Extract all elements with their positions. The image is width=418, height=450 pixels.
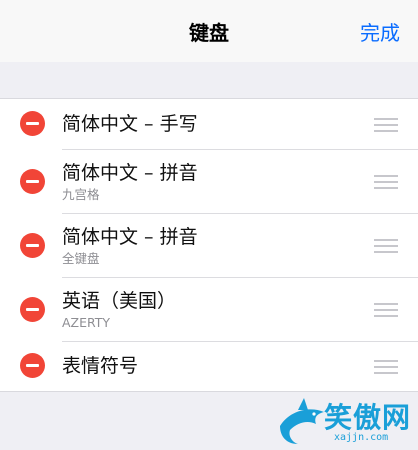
done-button[interactable]: 完成	[360, 20, 400, 46]
keyboard-layout: AZERTY	[62, 315, 111, 330]
page-title: 键盘	[189, 21, 229, 45]
delete-minus-icon[interactable]	[20, 233, 45, 258]
keyboard-row-emoji: 表情符号	[0, 341, 418, 391]
keyboard-row-english-us: 英语（美国） AZERTY	[0, 277, 418, 341]
reorder-handle-icon[interactable]	[374, 360, 398, 374]
watermark-logo: 笑傲网 xajjn.com	[276, 394, 416, 448]
keyboard-name: 表情符号	[62, 355, 139, 377]
keyboard-list: 简体中文 – 手写 简体中文 – 拼音 九宫格 简体中文 – 拼音 全键盘 英语…	[0, 98, 418, 392]
keyboard-name: 简体中文 – 拼音	[62, 162, 198, 184]
delete-minus-icon[interactable]	[20, 111, 45, 136]
keyboard-name: 简体中文 – 拼音	[62, 226, 198, 248]
delete-minus-icon[interactable]	[20, 169, 45, 194]
navigation-bar: 键盘 完成	[0, 0, 418, 62]
delete-minus-icon[interactable]	[20, 297, 45, 322]
watermark-text: 笑傲网	[324, 401, 412, 434]
watermark-url: xajjn.com	[334, 432, 389, 443]
delete-minus-icon[interactable]	[20, 353, 45, 378]
keyboard-row-pinyin-9key: 简体中文 – 拼音 九宫格	[0, 149, 418, 213]
keyboard-row-pinyin-full: 简体中文 – 拼音 全键盘	[0, 213, 418, 277]
keyboard-layout: 全键盘	[62, 251, 100, 266]
keyboard-layout: 九宫格	[62, 187, 100, 202]
keyboard-name: 英语（美国）	[62, 290, 177, 312]
reorder-handle-icon[interactable]	[374, 118, 398, 132]
reorder-handle-icon[interactable]	[374, 175, 398, 189]
keyboard-name: 简体中文 – 手写	[62, 113, 198, 135]
keyboard-row-handwriting: 简体中文 – 手写	[0, 99, 418, 149]
reorder-handle-icon[interactable]	[374, 303, 398, 317]
shark-logo-icon	[280, 398, 324, 444]
reorder-handle-icon[interactable]	[374, 239, 398, 253]
